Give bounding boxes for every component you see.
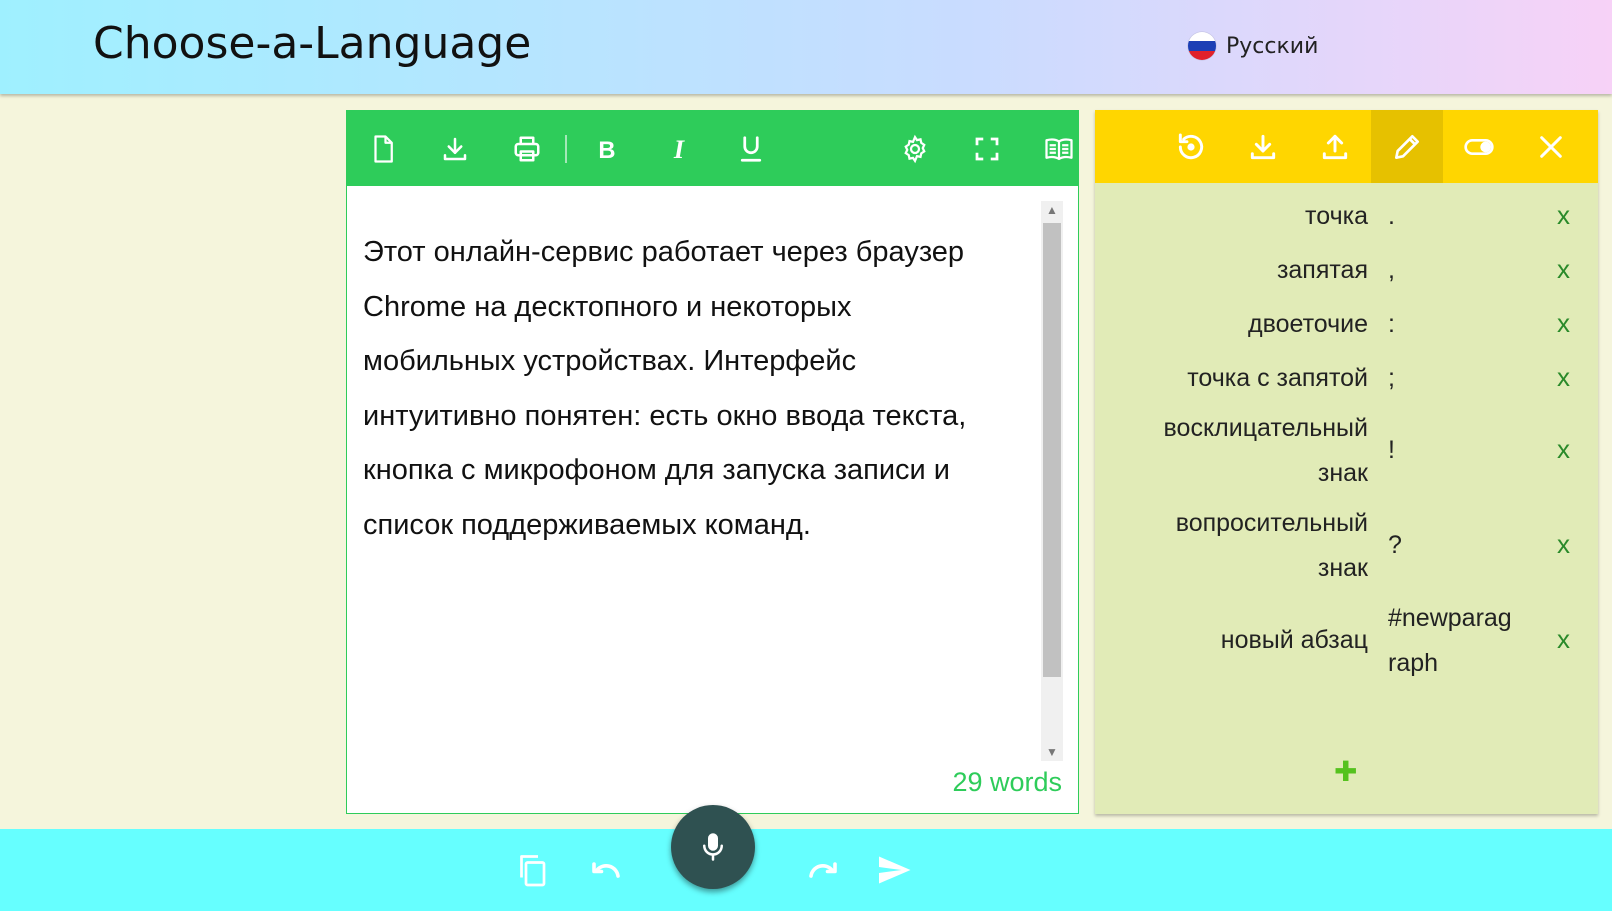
add-command-button[interactable]: ✚	[1334, 755, 1357, 788]
command-value: ?	[1388, 531, 1402, 559]
bottom-toolbar	[0, 829, 1612, 911]
copy-button[interactable]	[509, 847, 555, 893]
close-icon	[1540, 135, 1562, 158]
download-icon	[1250, 134, 1276, 159]
command-value: #newparagraph	[1388, 604, 1512, 677]
edit-commands-button[interactable]	[1371, 110, 1443, 183]
print-icon	[514, 136, 540, 161]
toolbar-separator	[565, 135, 567, 163]
bold-button[interactable]: B	[571, 111, 643, 186]
scroll-up-arrow-icon[interactable]: ▲	[1041, 201, 1063, 219]
text-line: список поддерживаемых команд.	[363, 508, 811, 541]
fullscreen-icon	[975, 137, 999, 160]
copy-icon	[520, 855, 546, 887]
settings-button[interactable]	[879, 111, 951, 186]
italic-icon: I	[673, 134, 685, 163]
language-selector[interactable]: Русский	[1188, 32, 1318, 60]
delete-command-button[interactable]: x	[1557, 362, 1570, 393]
command-value: !	[1388, 436, 1395, 464]
microphone-icon	[703, 833, 723, 861]
italic-button[interactable]: I	[643, 111, 715, 186]
editor-scrollbar[interactable]: ▲ ▼	[1041, 201, 1063, 761]
command-name: вопросительный знак	[1175, 509, 1368, 582]
text-line: интуитивно понятен: есть окно ввода текс…	[363, 399, 967, 432]
open-book-icon	[1045, 137, 1073, 160]
scrollbar-thumb[interactable]	[1043, 223, 1061, 677]
underline-button[interactable]	[715, 111, 787, 186]
command-name: запятая	[1276, 256, 1368, 284]
delete-command-button[interactable]: x	[1557, 529, 1570, 560]
toggle-icon	[1464, 138, 1494, 155]
editor-text-area[interactable]: Этот онлайн-сервис работает через браузе…	[363, 225, 1033, 552]
command-value: .	[1388, 202, 1395, 230]
word-count: 29 words	[952, 767, 1062, 797]
upload-icon	[1322, 134, 1348, 159]
close-panel-button[interactable]	[1515, 110, 1587, 183]
underline-icon	[740, 135, 762, 162]
commands-panel: точка . x запятая , x двоеточие : x точк…	[1095, 110, 1598, 814]
new-document-button[interactable]	[347, 111, 419, 186]
redo-button[interactable]	[800, 847, 846, 893]
upload-commands-button[interactable]	[1299, 110, 1371, 183]
scroll-down-arrow-icon[interactable]: ▼	[1041, 743, 1063, 761]
download-button[interactable]	[419, 111, 491, 186]
delete-command-button[interactable]: x	[1557, 624, 1570, 655]
command-name: восклицательный знак	[1163, 414, 1368, 487]
app-title: Choose-a-Language	[93, 18, 532, 69]
command-name: точка с запятой	[1187, 364, 1368, 392]
text-line: Этот онлайн-сервис работает через браузе…	[363, 236, 965, 268]
command-value: :	[1388, 310, 1395, 338]
download-icon	[443, 137, 467, 160]
text-line: Chrome на десктопного и некоторых	[363, 290, 852, 323]
command-value: ;	[1388, 364, 1395, 392]
command-name: двоеточие	[1248, 310, 1368, 338]
delete-command-button[interactable]: x	[1557, 434, 1570, 465]
undo-button[interactable]	[583, 847, 629, 893]
svg-text:B: B	[598, 136, 615, 163]
restore-defaults-button[interactable]	[1155, 110, 1227, 183]
delete-command-button[interactable]: x	[1557, 200, 1570, 231]
pencil-icon	[1395, 134, 1419, 159]
microphone-button[interactable]	[671, 805, 755, 889]
command-name: точка	[1305, 202, 1368, 230]
editor-toolbar: B I	[347, 111, 1078, 186]
toggle-commands-button[interactable]	[1443, 110, 1515, 183]
svg-text:I: I	[673, 134, 685, 163]
send-button[interactable]	[871, 847, 917, 893]
text-line: мобильных устройствах. Интерфейс	[363, 345, 857, 377]
gear-icon	[904, 134, 926, 163]
undo-icon	[592, 862, 620, 878]
russia-flag-icon	[1188, 32, 1216, 60]
app-header: Choose-a-Language Русский	[0, 0, 1612, 94]
fullscreen-button[interactable]	[951, 111, 1023, 186]
delete-command-button[interactable]: x	[1557, 254, 1570, 285]
text-editor: B I Этот онлайн-сервис работает через бр…	[346, 110, 1079, 814]
bold-icon: B	[598, 136, 615, 163]
download-commands-button[interactable]	[1227, 110, 1299, 183]
restore-icon	[1178, 133, 1204, 159]
command-name: новый абзац	[1220, 626, 1368, 654]
print-button[interactable]	[491, 111, 563, 186]
language-label: Русский	[1226, 33, 1319, 59]
reader-view-button[interactable]	[1023, 111, 1095, 186]
new-document-icon	[374, 134, 393, 163]
redo-icon	[809, 862, 837, 878]
text-line: кнопка с микрофоном для запуска записи и	[363, 454, 951, 486]
send-icon	[879, 856, 911, 884]
commands-toolbar	[1095, 110, 1598, 183]
delete-command-button[interactable]: x	[1557, 308, 1570, 339]
command-value: ,	[1388, 256, 1395, 284]
